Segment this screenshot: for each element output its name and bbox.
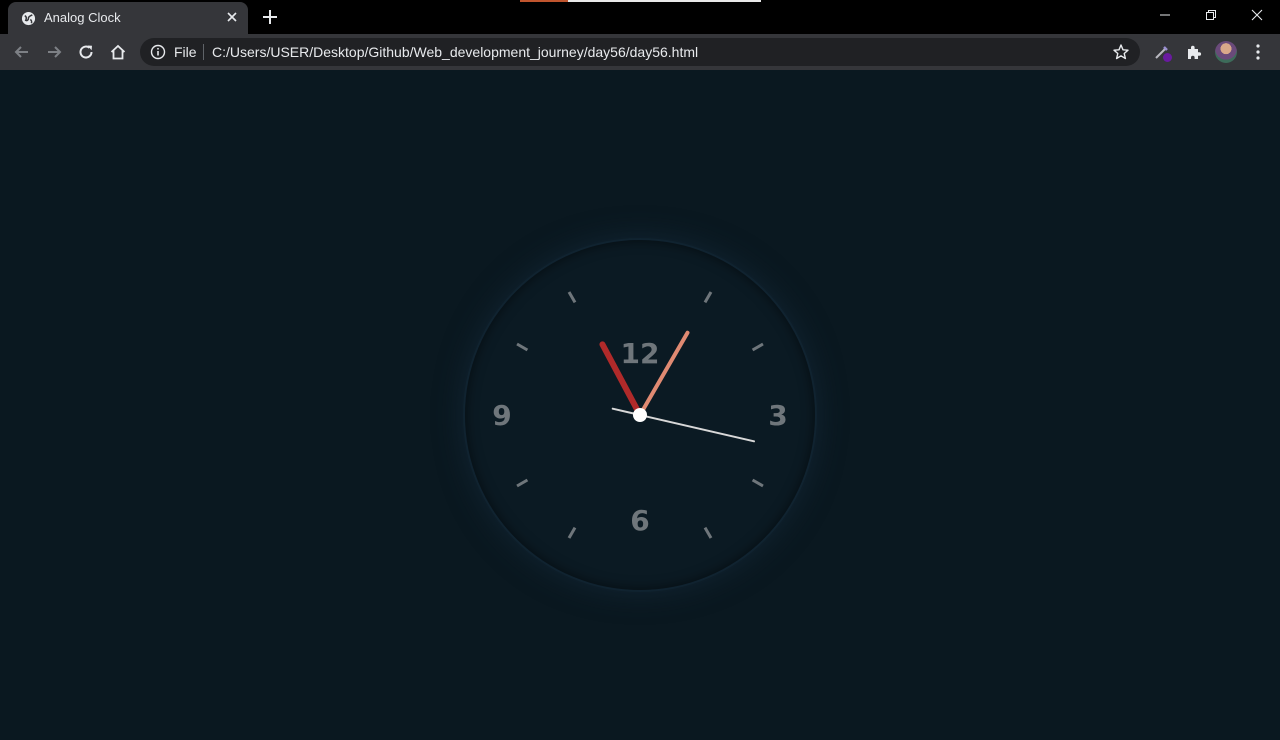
hour-tick [516,478,529,488]
address-separator [203,44,204,60]
menu-button[interactable] [1248,40,1268,64]
profile-avatar[interactable] [1215,41,1237,63]
restore-button[interactable] [1188,0,1234,30]
close-tab-icon[interactable] [224,9,240,25]
restore-icon [1206,10,1216,20]
address-bar[interactable]: File C:/Users/USER/Desktop/Github/Web_de… [140,38,1140,66]
numeral-6-visible: 6 [630,504,649,537]
close-window-button[interactable] [1234,0,1280,30]
hour-tick [751,342,764,352]
minimize-button[interactable] [1142,0,1188,30]
more-vertical-icon [1256,44,1260,60]
loading-indicator [520,0,568,2]
reload-icon [79,45,93,59]
hour-tick [703,291,713,304]
analog-clock: 12 3 6 9 [465,240,815,590]
arrow-right-icon [48,46,62,58]
minimize-icon [1160,14,1170,16]
home-button[interactable] [105,39,131,65]
page-viewport: 12 3 6 9 [0,70,1280,740]
hour-tick [567,526,577,539]
hour-tick [703,526,713,539]
url-text[interactable]: C:/Users/USER/Desktop/Github/Web_develop… [212,44,698,60]
new-tab-button[interactable] [258,5,282,29]
browser-toolbar: File C:/Users/USER/Desktop/Github/Web_de… [0,34,1280,70]
scheme-label[interactable]: File [174,44,197,60]
globe-icon [21,11,36,26]
numeral-12: 12 [621,337,660,370]
forward-button[interactable] [41,39,67,65]
back-button[interactable] [9,39,35,65]
numeral-3: 3 [768,399,787,432]
info-icon[interactable] [150,44,166,60]
extension-button[interactable] [1150,40,1174,64]
extensions-menu-button[interactable] [1182,40,1206,64]
home-icon [110,44,126,60]
arrow-left-icon [14,46,28,58]
loading-indicator-track [568,0,761,2]
close-icon [1251,9,1263,21]
clock-center-dot [633,408,647,422]
clock-face: 12 3 6 9 [492,291,788,539]
star-icon[interactable] [1112,43,1130,61]
reload-button[interactable] [73,39,99,65]
hour-tick [516,342,529,352]
hour-tick [567,291,577,304]
puzzle-icon [1188,45,1202,59]
title-bar: Analog Clock [0,0,1280,34]
tab-analog-clock[interactable]: Analog Clock [8,2,248,34]
numeral-9: 9 [492,399,511,432]
tab-title: Analog Clock [44,10,121,25]
eyedropper-icon [1155,46,1172,62]
hour-tick [751,478,764,488]
